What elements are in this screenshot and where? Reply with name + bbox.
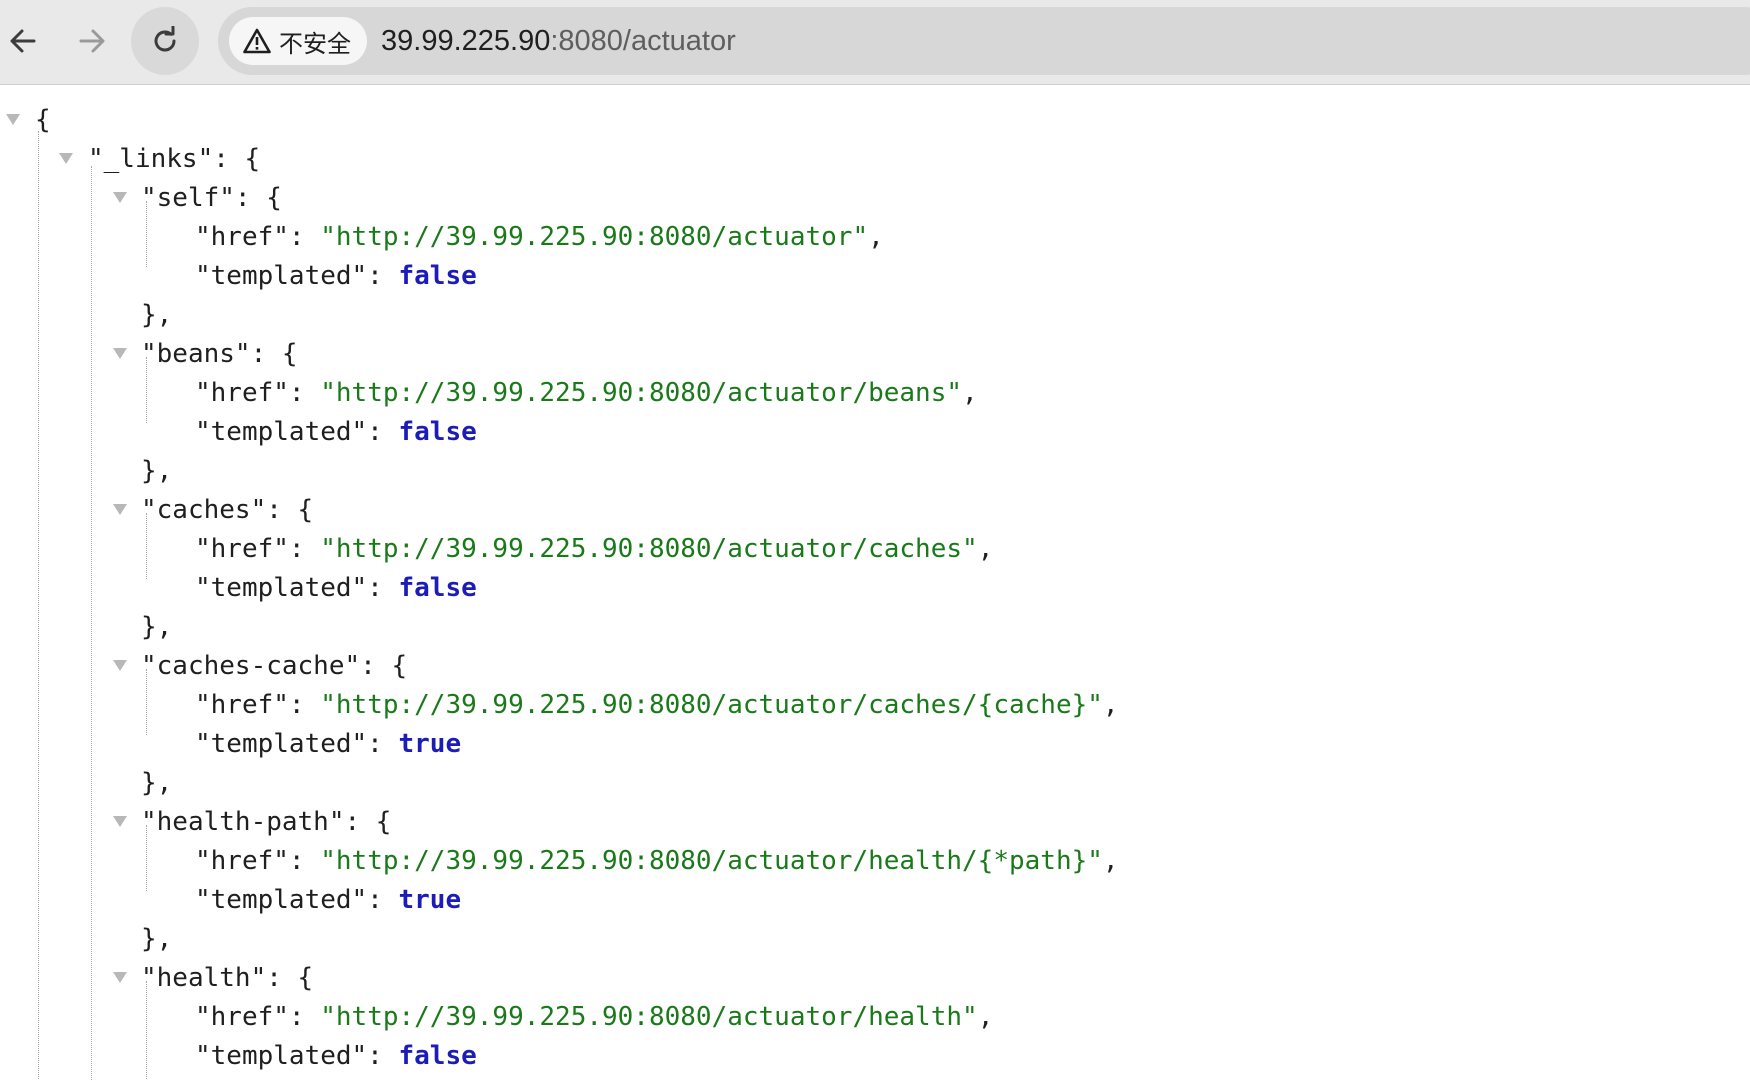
json-key-health: "health": {: [141, 963, 314, 993]
collapse-toggle-self[interactable]: [113, 192, 127, 203]
json-close-brace: },: [141, 300, 173, 330]
reload-button[interactable]: [131, 7, 199, 75]
json-prop-key: "templated":: [195, 573, 399, 603]
json-root-open: {: [35, 105, 51, 135]
json-key-caches: "caches": {: [141, 495, 314, 525]
warning-icon: [243, 28, 271, 54]
json-prop-key: "templated":: [195, 261, 399, 291]
json-boolean-value: false: [398, 1041, 477, 1071]
collapse-toggle-links[interactable]: [59, 153, 73, 164]
json-viewer: { "_links": { "self": { "href": "http://…: [0, 86, 1750, 1080]
json-key-beans: "beans": {: [141, 339, 298, 369]
json-string-value: "http://39.99.225.90:8080/actuator": [320, 222, 869, 252]
forward-button[interactable]: [58, 7, 126, 75]
json-prop-key: "href":: [195, 534, 321, 564]
back-button[interactable]: [0, 7, 57, 75]
json-comma: ,: [962, 378, 978, 408]
json-links-key: "_links": {: [88, 144, 261, 174]
url-text[interactable]: 39.99.225.90:8080/actuator: [381, 7, 736, 75]
collapse-toggle-beans[interactable]: [113, 348, 127, 359]
json-boolean-value: true: [398, 885, 462, 915]
json-prop-key: "href":: [195, 222, 321, 252]
json-close-brace: },: [141, 768, 173, 798]
json-string-value: "http://39.99.225.90:8080/actuator/cache…: [320, 534, 978, 564]
indent-guide: [38, 131, 39, 1080]
json-prop-key: "href":: [195, 1002, 321, 1032]
json-key-self: "self": {: [141, 183, 282, 213]
json-href-line: "href": "http://39.99.225.90:8080/actuat…: [195, 218, 884, 257]
json-comma: ,: [1102, 690, 1119, 720]
json-close-brace: },: [141, 456, 173, 486]
url-host: 39.99.225.90: [381, 25, 551, 57]
collapse-toggle-health-path[interactable]: [113, 816, 127, 827]
collapse-toggle-health[interactable]: [113, 972, 127, 983]
browser-toolbar: 不安全 39.99.225.90:8080/actuator: [0, 0, 1750, 85]
json-prop-key: "templated":: [195, 729, 399, 759]
collapse-toggle-root[interactable]: [6, 114, 20, 125]
json-href-line: "href": "http://39.99.225.90:8080/actuat…: [195, 686, 1119, 725]
security-label: 不安全: [279, 29, 351, 58]
json-href-line: "href": "http://39.99.225.90:8080/actuat…: [195, 842, 1119, 881]
json-templated-line: "templated": true: [195, 725, 461, 764]
json-string-value: "http://39.99.225.90:8080/actuator/beans…: [320, 378, 963, 408]
json-templated-line: "templated": false: [195, 257, 477, 296]
json-boolean-value: false: [398, 261, 477, 291]
json-boolean-value: false: [398, 573, 477, 603]
json-comma: ,: [977, 1002, 994, 1032]
json-href-line: "href": "http://39.99.225.90:8080/actuat…: [195, 374, 978, 413]
json-string-value: "http://39.99.225.90:8080/actuator/healt…: [320, 846, 1103, 876]
json-prop-key: "href":: [195, 846, 321, 876]
collapse-toggle-caches[interactable]: [113, 504, 127, 515]
arrow-right-icon: [79, 29, 105, 53]
json-prop-key: "templated":: [195, 417, 399, 447]
json-boolean-value: false: [398, 417, 477, 447]
json-boolean-value: true: [398, 729, 462, 759]
json-prop-key: "href":: [195, 690, 321, 720]
json-templated-line: "templated": true: [195, 881, 461, 920]
security-indicator[interactable]: 不安全: [229, 17, 367, 65]
json-string-value: "http://39.99.225.90:8080/actuator/cache…: [320, 690, 1103, 720]
json-close-brace: },: [141, 612, 173, 642]
json-templated-line: "templated": false: [195, 569, 477, 608]
json-prop-key: "templated":: [195, 1041, 399, 1071]
collapse-toggle-caches-cache[interactable]: [113, 660, 127, 671]
reload-icon: [154, 26, 176, 52]
json-href-line: "href": "http://39.99.225.90:8080/actuat…: [195, 530, 993, 569]
json-key-caches-cache: "caches-cache": {: [141, 651, 408, 681]
json-href-line: "href": "http://39.99.225.90:8080/actuat…: [195, 998, 993, 1037]
url-path: :8080/actuator: [550, 25, 736, 57]
address-bar[interactable]: 不安全 39.99.225.90:8080/actuator: [218, 7, 1750, 75]
json-prop-key: "href":: [195, 378, 321, 408]
indent-guide: [91, 166, 92, 1080]
json-key-health-path: "health-path": {: [141, 807, 392, 837]
json-templated-line: "templated": false: [195, 1037, 477, 1076]
json-comma: ,: [1102, 846, 1119, 876]
arrow-left-icon: [10, 29, 36, 53]
json-templated-line: "templated": false: [195, 413, 477, 452]
json-string-value: "http://39.99.225.90:8080/actuator/healt…: [320, 1002, 978, 1032]
json-comma: ,: [977, 534, 994, 564]
json-prop-key: "templated":: [195, 885, 399, 915]
json-comma: ,: [868, 222, 884, 252]
json-close-brace: },: [141, 924, 173, 954]
